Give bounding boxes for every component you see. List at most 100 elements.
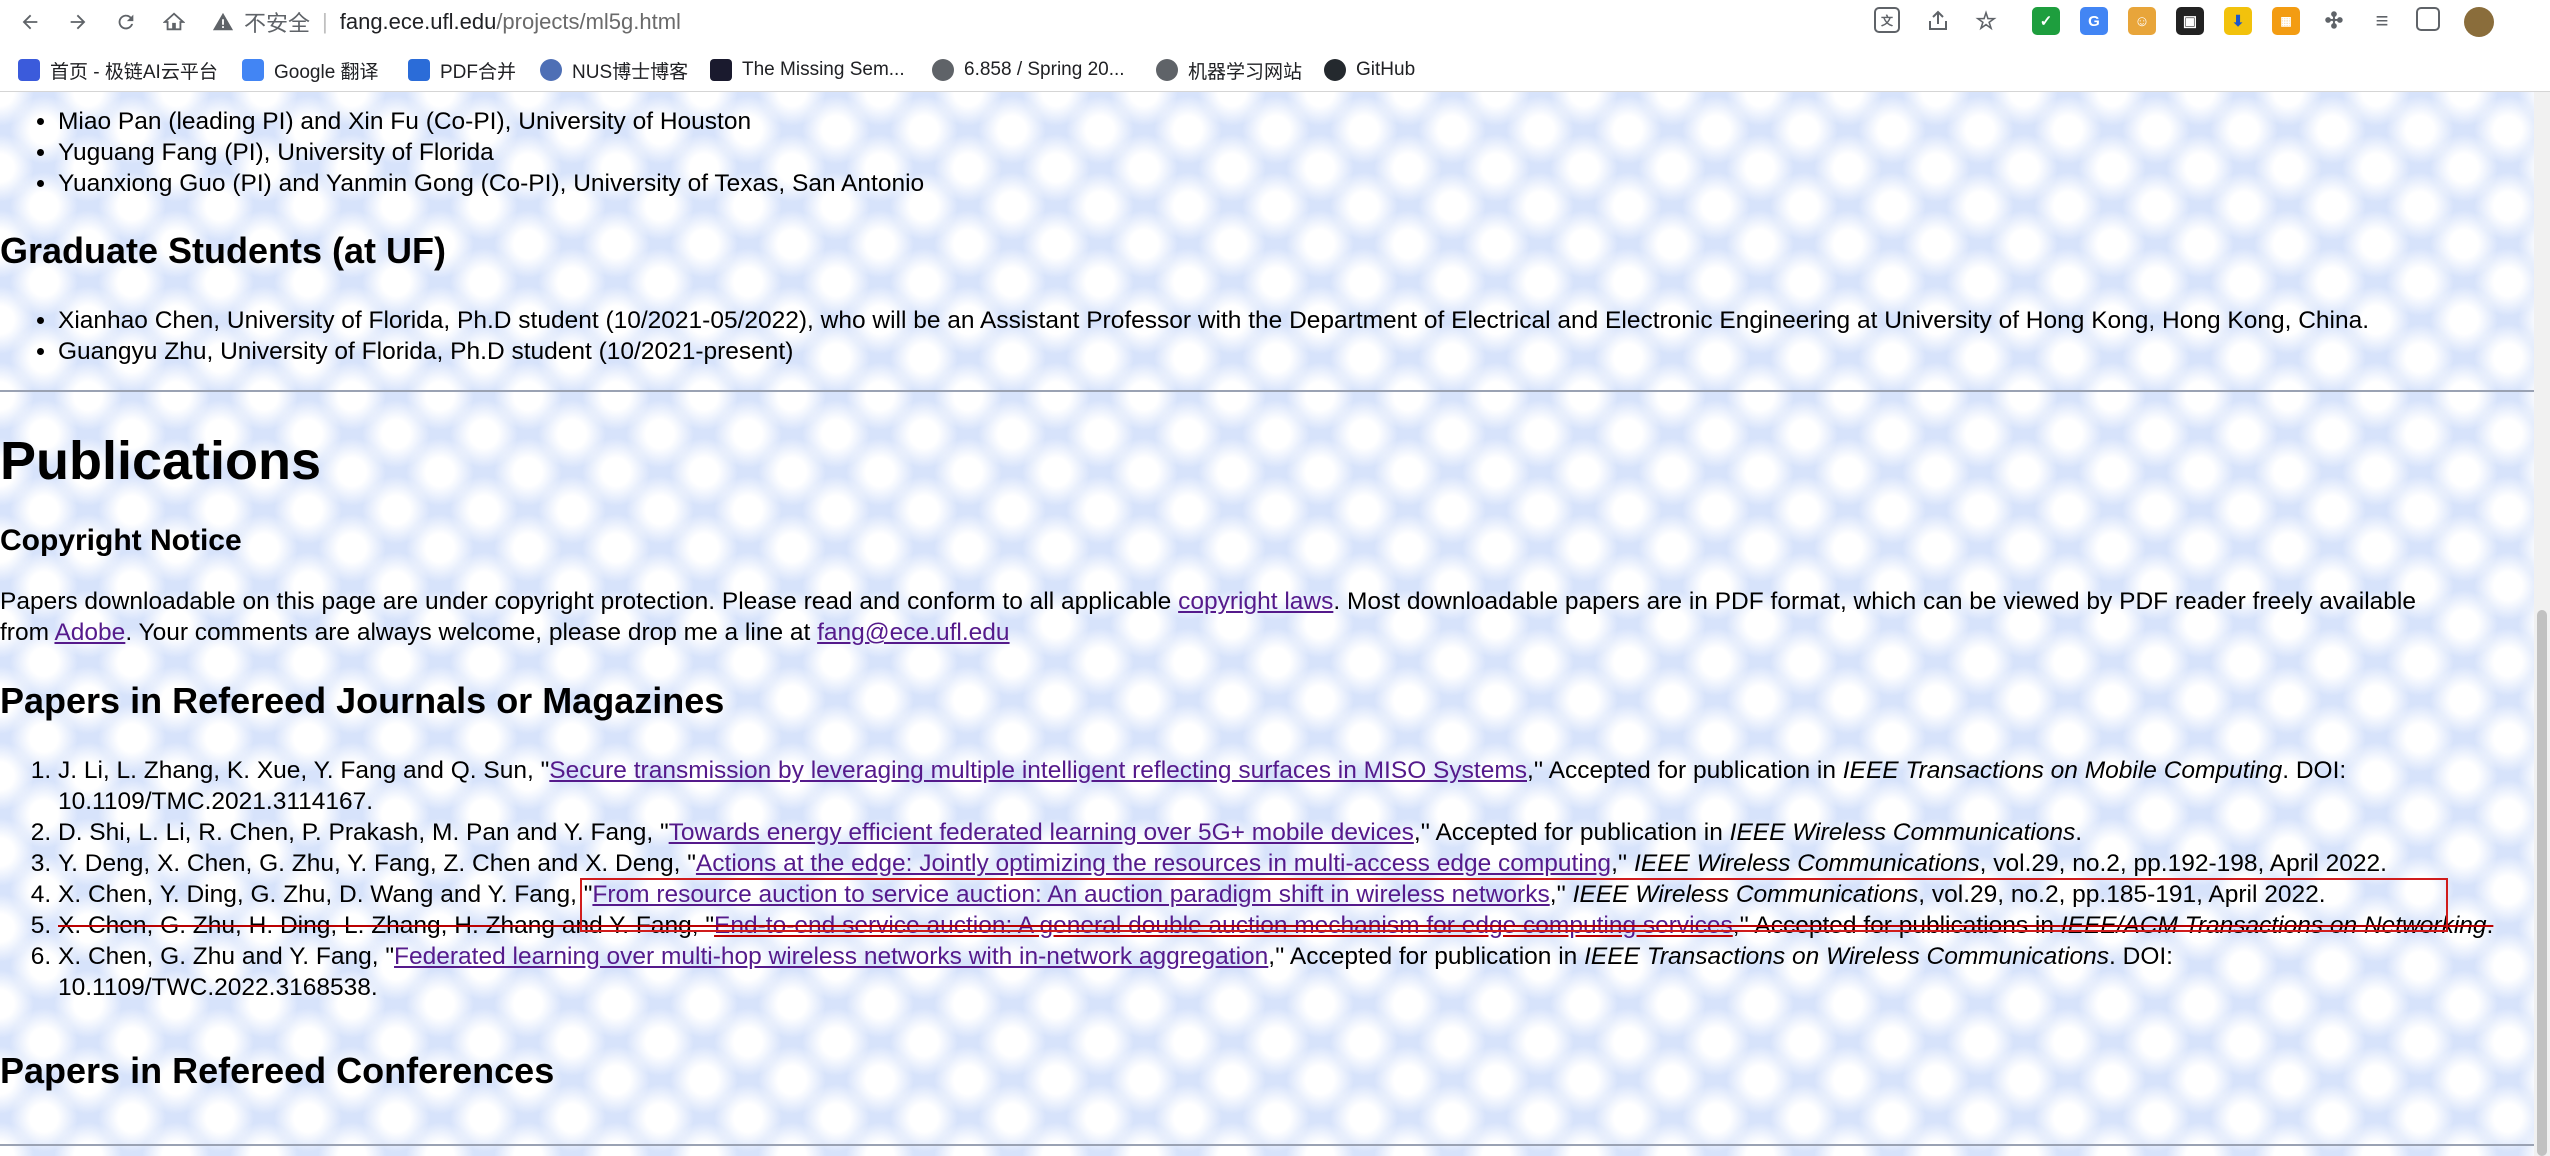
bookmark-favicon-icon bbox=[710, 59, 732, 81]
bookmark-favicon-icon bbox=[18, 59, 40, 81]
back-button[interactable] bbox=[14, 6, 46, 38]
paper-title-link[interactable]: Secure transmission by leveraging multip… bbox=[549, 757, 1527, 784]
journals-heading: Papers in Refereed Journals or Magazines bbox=[0, 680, 725, 721]
section-divider bbox=[0, 390, 2534, 392]
reload-icon bbox=[118, 14, 134, 30]
arrow-left-icon bbox=[22, 14, 38, 30]
journal-paper-item-struck: X. Chen, G. Zhu, H. Ding, L. Zhang, H. Z… bbox=[58, 910, 2498, 941]
paper-authors: J. Li, L. Zhang, K. Xue, Y. Fang and Q. … bbox=[58, 757, 550, 784]
dark-extension-icon[interactable]: ▣ bbox=[2176, 7, 2204, 35]
publications-heading: Publications bbox=[0, 431, 322, 491]
grad-students-list: Xianhao Chen, University of Florida, Ph.… bbox=[0, 305, 2534, 367]
scrollbar-thumb[interactable] bbox=[2537, 610, 2547, 1156]
paper-text: ,'' Accepted for publication in bbox=[1527, 757, 1843, 784]
bookmark-label: GitHub bbox=[1356, 59, 1416, 80]
bookmark-item[interactable]: 6.858 / Spring 20... bbox=[932, 54, 1125, 86]
pi-list: Miao Pan (leading PI) and Xin Fu (Co-PI)… bbox=[0, 106, 2534, 199]
avatar-extension-icon[interactable]: ☺ bbox=[2128, 7, 2156, 35]
paper-authors: D. Shi, L. Li, R. Chen, P. Prakash, M. P… bbox=[58, 819, 669, 846]
email-link[interactable]: fang@ece.ufl.edu bbox=[817, 619, 1009, 646]
copyright-laws-link[interactable]: copyright laws bbox=[1178, 588, 1333, 615]
warning-icon bbox=[212, 12, 234, 31]
journal-paper-item: X. Chen, G. Zhu and Y. Fang, "Federated … bbox=[58, 941, 2498, 1003]
conferences-heading: Papers in Refereed Conferences bbox=[0, 1050, 555, 1091]
paper-text: , vol.29, no.2, pp.185-191, April 2022. bbox=[1918, 881, 2326, 908]
extensions-puzzle-icon[interactable]: ✣ bbox=[2320, 7, 2348, 35]
paper-venue: IEEE Transactions on Wireless Communicat… bbox=[1584, 943, 2110, 970]
journal-paper-item: J. Li, L. Zhang, K. Xue, Y. Fang and Q. … bbox=[58, 755, 2498, 817]
copyright-heading: Copyright Notice bbox=[0, 524, 242, 557]
arrow-right-icon bbox=[70, 14, 86, 30]
bookmark-favicon-icon bbox=[242, 59, 264, 81]
paper-venue: IEEE Wireless Communications bbox=[1729, 819, 2076, 846]
paper-title-link[interactable]: End-to-end service auction: A general do… bbox=[714, 912, 1733, 939]
bookmark-label: 机器学习网站 bbox=[1188, 61, 1303, 83]
paper-authors: Y. Deng, X. Chen, G. Zhu, Y. Fang, Z. Ch… bbox=[58, 850, 696, 877]
list-item: Yuanxiong Guo (PI) and Yanmin Gong (Co-P… bbox=[58, 168, 2534, 199]
journal-paper-item: D. Shi, L. Li, R. Chen, P. Prakash, M. P… bbox=[58, 817, 2498, 848]
list-item: Yuguang Fang (PI), University of Florida bbox=[58, 137, 2534, 168]
section-divider bbox=[0, 1144, 2534, 1146]
bookmark-item[interactable]: 机器学习网站 bbox=[1156, 54, 1302, 86]
copyright-paragraph: Papers downloadable on this page are und… bbox=[0, 586, 2470, 648]
bookmark-star-icon[interactable]: ☆ bbox=[1972, 7, 2000, 35]
profile-avatar[interactable] bbox=[2464, 7, 2494, 37]
bookmark-item[interactable]: The Missing Sem... bbox=[710, 54, 905, 86]
download-extension-icon[interactable]: ⬇ bbox=[2224, 7, 2252, 35]
share-icon[interactable] bbox=[1924, 7, 1952, 35]
bookmark-item[interactable]: NUS博士博客 bbox=[540, 54, 688, 86]
paper-text: . bbox=[2075, 819, 2083, 846]
globe-icon bbox=[932, 59, 954, 81]
globe-icon bbox=[1156, 59, 1178, 81]
reading-list-icon[interactable]: ≡ bbox=[2368, 7, 2396, 35]
paper-venue: IEEE Transactions on Mobile Computing bbox=[1842, 757, 2283, 784]
forward-button[interactable] bbox=[62, 6, 94, 38]
list-item: Guangyu Zhu, University of Florida, Ph.D… bbox=[58, 336, 2534, 367]
bookmark-label: 首页 - 极链AI云平台 bbox=[50, 61, 218, 83]
bookmark-favicon-icon bbox=[540, 59, 562, 81]
list-item: Miao Pan (leading PI) and Xin Fu (Co-PI)… bbox=[58, 106, 2534, 137]
side-panel-icon[interactable] bbox=[2416, 7, 2440, 31]
shield-extension-icon[interactable]: ✓ bbox=[2032, 7, 2060, 35]
copyright-text: . Your comments are always welcome, plea… bbox=[125, 619, 818, 646]
bookmarks-bar: 首页 - 极链AI云平台 Google 翻译 PDF合并 NUS博士博客 The… bbox=[0, 54, 2550, 86]
paper-authors: X. Chen, G. Zhu and Y. Fang, " bbox=[58, 943, 395, 970]
paper-authors: X. Chen, Y. Ding, G. Zhu, D. Wang and Y.… bbox=[58, 881, 593, 908]
paper-text: ,'' Accepted for publications in bbox=[1732, 912, 2061, 939]
paper-venue: IEEE/ACM Transactions on Networking bbox=[2060, 912, 2487, 939]
orange-extension-icon[interactable]: ▦ bbox=[2272, 7, 2300, 35]
url-host: fang.ece.ufl.edu bbox=[339, 9, 497, 34]
paper-venue: IEEE Wireless Communications bbox=[1572, 881, 1919, 908]
journal-papers-list: J. Li, L. Zhang, K. Xue, Y. Fang and Q. … bbox=[0, 755, 2498, 1003]
paper-text: , vol.29, no.2, pp.192-198, April 2022. bbox=[1979, 850, 2387, 877]
paper-title-link[interactable]: From resource auction to service auction… bbox=[592, 881, 1549, 908]
journal-paper-item: Y. Deng, X. Chen, G. Zhu, Y. Fang, Z. Ch… bbox=[58, 848, 2498, 879]
bookmark-item[interactable]: GitHub bbox=[1324, 54, 1415, 86]
paper-text: ,'' bbox=[1549, 881, 1573, 908]
paper-text: ,'' bbox=[1611, 850, 1635, 877]
bookmark-item[interactable]: 首页 - 极链AI云平台 bbox=[18, 54, 218, 86]
bookmark-item[interactable]: PDF合并 bbox=[408, 54, 516, 86]
bookmark-favicon-icon bbox=[408, 59, 430, 81]
paper-text: ,'' Accepted for publication in bbox=[1268, 943, 1585, 970]
paper-title-link[interactable]: Actions at the edge: Jointly optimizing … bbox=[696, 850, 1611, 877]
adobe-link[interactable]: Adobe bbox=[54, 619, 125, 646]
bookmark-label: 6.858 / Spring 20... bbox=[964, 59, 1125, 80]
grad-students-heading: Graduate Students (at UF) bbox=[0, 230, 447, 271]
url-path: /projects/ml5g.html bbox=[496, 9, 681, 34]
paper-title-link[interactable]: Federated learning over multi-hop wirele… bbox=[394, 943, 1268, 970]
paper-title-link[interactable]: Towards energy efficient federated learn… bbox=[669, 819, 1414, 846]
journal-paper-item: X. Chen, Y. Ding, G. Zhu, D. Wang and Y.… bbox=[58, 879, 2498, 910]
bookmark-label: NUS博士博客 bbox=[572, 61, 689, 83]
paper-text: ,'' Accepted for publication in bbox=[1413, 819, 1730, 846]
translate-page-icon[interactable]: 文 bbox=[1874, 7, 1900, 33]
google-translate-extension-icon[interactable]: G bbox=[2080, 7, 2108, 35]
paper-authors: X. Chen, G. Zhu, H. Ding, L. Zhang, H. Z… bbox=[58, 912, 715, 939]
bookmark-item[interactable]: Google 翻译 bbox=[242, 54, 379, 86]
home-button[interactable] bbox=[158, 6, 190, 38]
copyright-text: Papers downloadable on this page are und… bbox=[0, 588, 1179, 615]
reload-button[interactable] bbox=[110, 6, 142, 38]
home-icon bbox=[163, 12, 185, 31]
list-item: Xianhao Chen, University of Florida, Ph.… bbox=[58, 305, 2534, 336]
bookmark-label: Google 翻译 bbox=[274, 61, 379, 83]
